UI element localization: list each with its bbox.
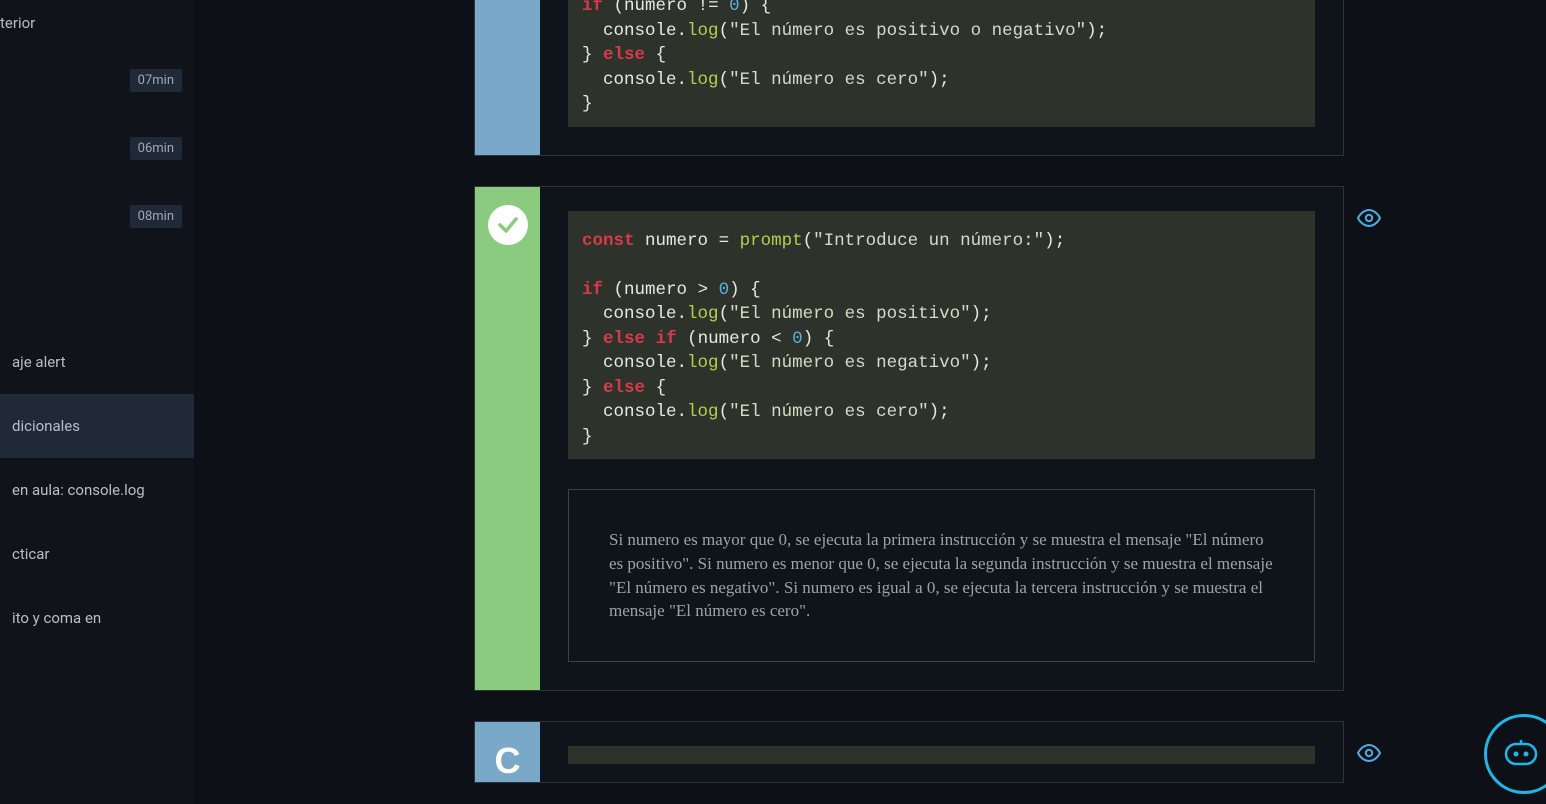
main-content: A const numero = prompt("Introduce un nú… <box>194 0 1546 804</box>
sidebar-item-label: dicionales <box>12 417 182 435</box>
duration-badge: 07min <box>130 69 182 92</box>
answer-letter: A <box>495 0 521 5</box>
answer-body: const numero = prompt("Introduce un núme… <box>540 0 1343 155</box>
sidebar-item[interactable]: ito y coma en <box>0 586 194 650</box>
answer-card-b[interactable]: const numero = prompt("Introduce un núme… <box>474 186 1344 692</box>
sidebar-item-lesson[interactable]: 06min <box>0 114 194 182</box>
sidebar-item-prev[interactable]: terior <box>0 0 194 46</box>
answer-stripe-b <box>475 187 540 691</box>
sidebar-item[interactable]: cticar <box>0 522 194 586</box>
sidebar-item-label: terior <box>0 14 35 32</box>
answer-explanation: Si numero es mayor que 0, se ejecuta la … <box>568 489 1315 662</box>
duration-badge: 08min <box>130 205 182 228</box>
answer-body: const numero = prompt("Introduce un núme… <box>540 187 1343 691</box>
answer-card-a[interactable]: A const numero = prompt("Introduce un nú… <box>474 0 1344 156</box>
course-sidebar: terior 07min 06min 08min aje alert dicional… <box>0 0 194 804</box>
sidebar-item[interactable]: aje alert <box>0 330 194 394</box>
sidebar-item-label: en aula: console.log <box>12 481 182 499</box>
answer-letter: C <box>495 740 521 782</box>
answer-card-c[interactable]: C <box>474 721 1344 783</box>
code-block-b: const numero = prompt("Introduce un núme… <box>568 211 1315 460</box>
answer-body <box>540 722 1343 782</box>
sidebar-item-label: aje alert <box>12 353 182 371</box>
sidebar-item-label: cticar <box>12 545 182 563</box>
eye-icon[interactable] <box>1357 209 1381 231</box>
check-icon <box>488 205 528 245</box>
answer-stripe-a: A <box>475 0 540 155</box>
code-block-c <box>568 746 1315 764</box>
sidebar-item[interactable]: en aula: console.log <box>0 458 194 522</box>
duration-badge: 06min <box>130 137 182 160</box>
sidebar-item[interactable]: dicionales <box>0 394 194 458</box>
code-block-a: const numero = prompt("Introduce un núme… <box>568 0 1315 127</box>
sidebar-item-lesson[interactable]: 08min <box>0 182 194 250</box>
sidebar-item-lesson[interactable]: 07min <box>0 46 194 114</box>
sidebar-item-label: ito y coma en <box>12 609 182 627</box>
answer-stripe-c: C <box>475 722 540 782</box>
eye-icon[interactable] <box>1357 744 1381 766</box>
